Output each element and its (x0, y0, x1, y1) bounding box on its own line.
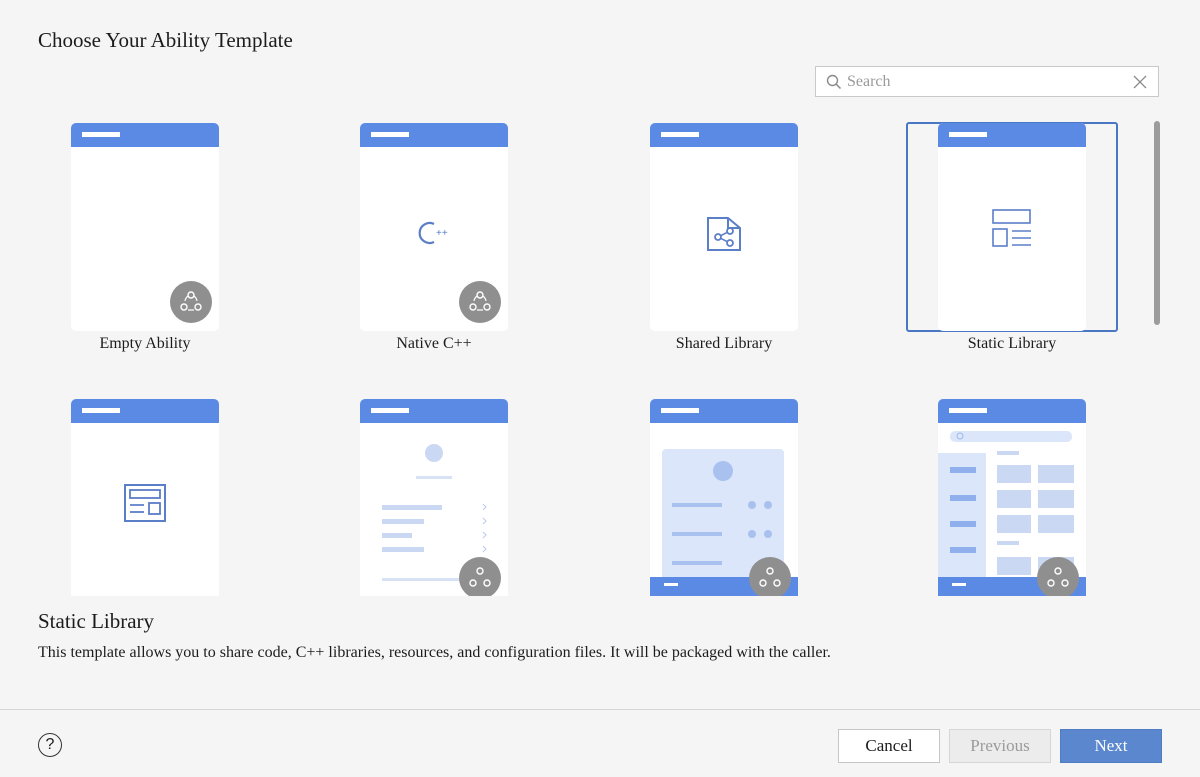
previous-button[interactable]: Previous (949, 729, 1051, 763)
search-input[interactable] (847, 72, 1133, 91)
template-card-row2-4[interactable] (938, 399, 1086, 596)
gallery-scrollbar[interactable] (1154, 121, 1160, 325)
cancel-button[interactable]: Cancel (838, 729, 940, 763)
next-button[interactable]: Next (1060, 729, 1162, 763)
dialog-title: Choose Your Ability Template (38, 28, 293, 52)
template-gallery[interactable] (0, 108, 1150, 596)
template-description-text: This template allows you to share code, … (38, 644, 831, 661)
search-box[interactable] (815, 66, 1159, 97)
clear-search-icon[interactable] (1133, 75, 1147, 89)
template-card-row2-2[interactable] (360, 399, 508, 596)
search-icon (826, 74, 842, 89)
help-button[interactable]: ? (38, 733, 62, 757)
template-thumbnail (938, 399, 1086, 596)
template-card-row2-3[interactable] (650, 399, 798, 596)
harmony-badge-icon (749, 557, 791, 596)
harmony-badge-icon (459, 557, 501, 596)
template-card-row2-1[interactable] (71, 399, 219, 596)
template-thumbnail (650, 399, 798, 596)
footer-divider (0, 709, 1200, 710)
page-layout-icon (124, 484, 166, 522)
template-thumbnail (71, 399, 219, 596)
harmony-badge-icon (1037, 557, 1079, 596)
template-description-title: Static Library (38, 609, 155, 633)
template-thumbnail (360, 399, 508, 596)
